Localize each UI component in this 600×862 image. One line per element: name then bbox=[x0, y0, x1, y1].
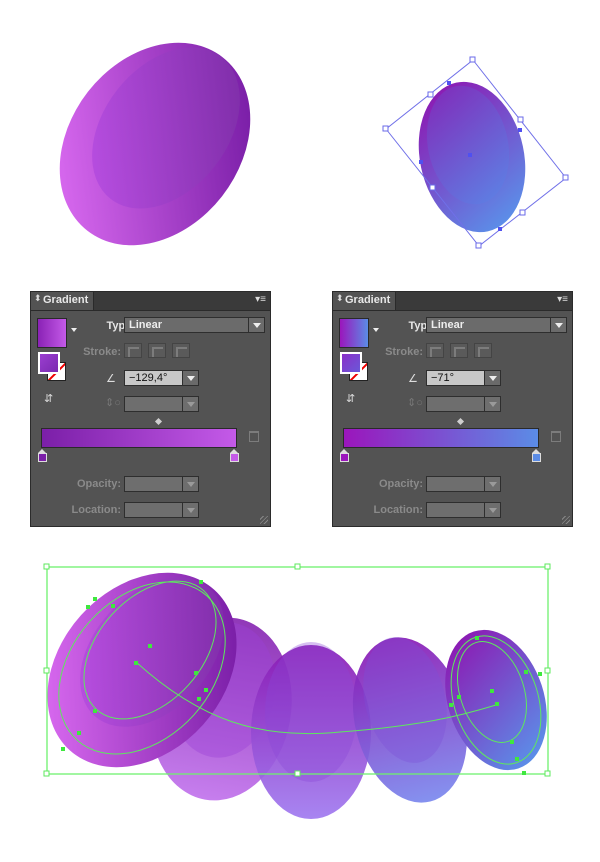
swatch-dropdown-caret-icon[interactable] bbox=[71, 328, 77, 332]
chevron-down-icon[interactable] bbox=[182, 371, 198, 385]
gradient-swatch[interactable] bbox=[37, 318, 67, 348]
panel-title: Gradient bbox=[43, 294, 89, 306]
stroke-within-button[interactable] bbox=[124, 343, 142, 358]
type-dropdown[interactable]: Linear bbox=[426, 317, 567, 333]
angle-value[interactable]: −71° bbox=[431, 372, 454, 384]
stroke-along-button[interactable] bbox=[148, 343, 166, 358]
stroke-within-button[interactable] bbox=[426, 343, 444, 358]
stroke-across-button[interactable] bbox=[172, 343, 190, 358]
chevron-down-icon bbox=[550, 318, 566, 332]
stroke-label: Stroke: bbox=[385, 346, 423, 358]
opacity-label: Opacity: bbox=[76, 478, 121, 490]
gradient-panel-1: ⬍ Gradient ▾≡ ⇵ Type: Linear Stroke: ∠ −… bbox=[30, 291, 271, 527]
resize-grip-icon[interactable] bbox=[562, 516, 570, 524]
gradient-stop-end[interactable] bbox=[532, 449, 541, 462]
angle-icon: ∠ bbox=[106, 373, 116, 385]
swatch-dropdown-caret-icon[interactable] bbox=[373, 328, 379, 332]
panel-title: Gradient bbox=[345, 294, 391, 306]
chevron-down-icon[interactable] bbox=[484, 371, 500, 385]
gradient-swatch[interactable] bbox=[339, 318, 369, 348]
panel-menu-icon[interactable]: ▾≡ bbox=[557, 294, 568, 305]
panel-titlebar[interactable]: ⬍ Gradient ▾≡ bbox=[31, 292, 270, 311]
opacity-field[interactable] bbox=[124, 476, 199, 492]
fill-swatch[interactable] bbox=[38, 352, 60, 374]
aspect-ratio-icon: ⇕○ bbox=[105, 397, 121, 409]
chevron-down-icon[interactable] bbox=[484, 503, 500, 517]
aspect-ratio-field[interactable] bbox=[426, 396, 501, 412]
delete-stop-trash-icon[interactable] bbox=[551, 431, 561, 442]
gradient-midpoint-handle[interactable] bbox=[456, 417, 465, 426]
location-field[interactable] bbox=[426, 502, 501, 518]
opacity-label: Opacity: bbox=[378, 478, 423, 490]
gradient-stop-start[interactable] bbox=[38, 449, 47, 462]
panel-titlebar[interactable]: ⬍ Gradient ▾≡ bbox=[333, 292, 572, 311]
delete-stop-trash-icon[interactable] bbox=[249, 431, 259, 442]
tab-gradient[interactable]: ⬍ Gradient bbox=[333, 292, 396, 310]
tab-gradient[interactable]: ⬍ Gradient bbox=[31, 292, 94, 310]
collapse-arrows-icon[interactable]: ⬍ bbox=[34, 293, 42, 304]
egg-shape-top-left[interactable] bbox=[20, 5, 289, 283]
location-label: Location: bbox=[373, 504, 424, 516]
opacity-field[interactable] bbox=[426, 476, 501, 492]
gradient-ramp[interactable] bbox=[343, 428, 539, 448]
gradient-midpoint-handle[interactable] bbox=[154, 417, 163, 426]
aspect-ratio-field[interactable] bbox=[124, 396, 199, 412]
fill-swatch[interactable] bbox=[340, 352, 362, 374]
chevron-down-icon[interactable] bbox=[182, 397, 198, 411]
angle-field[interactable]: −129,4° bbox=[124, 370, 199, 386]
stroke-across-button[interactable] bbox=[474, 343, 492, 358]
angle-value[interactable]: −129,4° bbox=[129, 372, 167, 384]
collapse-arrows-icon[interactable]: ⬍ bbox=[336, 293, 344, 304]
chevron-down-icon bbox=[248, 318, 264, 332]
panel-menu-icon[interactable]: ▾≡ bbox=[255, 294, 266, 305]
type-dropdown[interactable]: Linear bbox=[124, 317, 265, 333]
aspect-ratio-icon: ⇕○ bbox=[407, 397, 423, 409]
stroke-along-button[interactable] bbox=[450, 343, 468, 358]
angle-icon: ∠ bbox=[408, 373, 418, 385]
stroke-label: Stroke: bbox=[83, 346, 121, 358]
reverse-gradient-icon[interactable]: ⇵ bbox=[44, 392, 53, 405]
chevron-down-icon[interactable] bbox=[182, 477, 198, 491]
type-value: Linear bbox=[431, 319, 465, 331]
gradient-panel-2: ⬍ Gradient ▾≡ ⇵ Type: Linear Stroke: ∠ −… bbox=[332, 291, 573, 527]
chevron-down-icon[interactable] bbox=[182, 503, 198, 517]
reverse-gradient-icon[interactable]: ⇵ bbox=[346, 392, 355, 405]
chevron-down-icon[interactable] bbox=[484, 397, 500, 411]
gradient-stop-start[interactable] bbox=[340, 449, 349, 462]
gradient-ramp[interactable] bbox=[41, 428, 237, 448]
gradient-stop-end[interactable] bbox=[230, 449, 239, 462]
location-field[interactable] bbox=[124, 502, 199, 518]
location-label: Location: bbox=[71, 504, 122, 516]
angle-field[interactable]: −71° bbox=[426, 370, 501, 386]
type-value: Linear bbox=[129, 319, 163, 331]
chevron-down-icon[interactable] bbox=[484, 477, 500, 491]
resize-grip-icon[interactable] bbox=[260, 516, 268, 524]
